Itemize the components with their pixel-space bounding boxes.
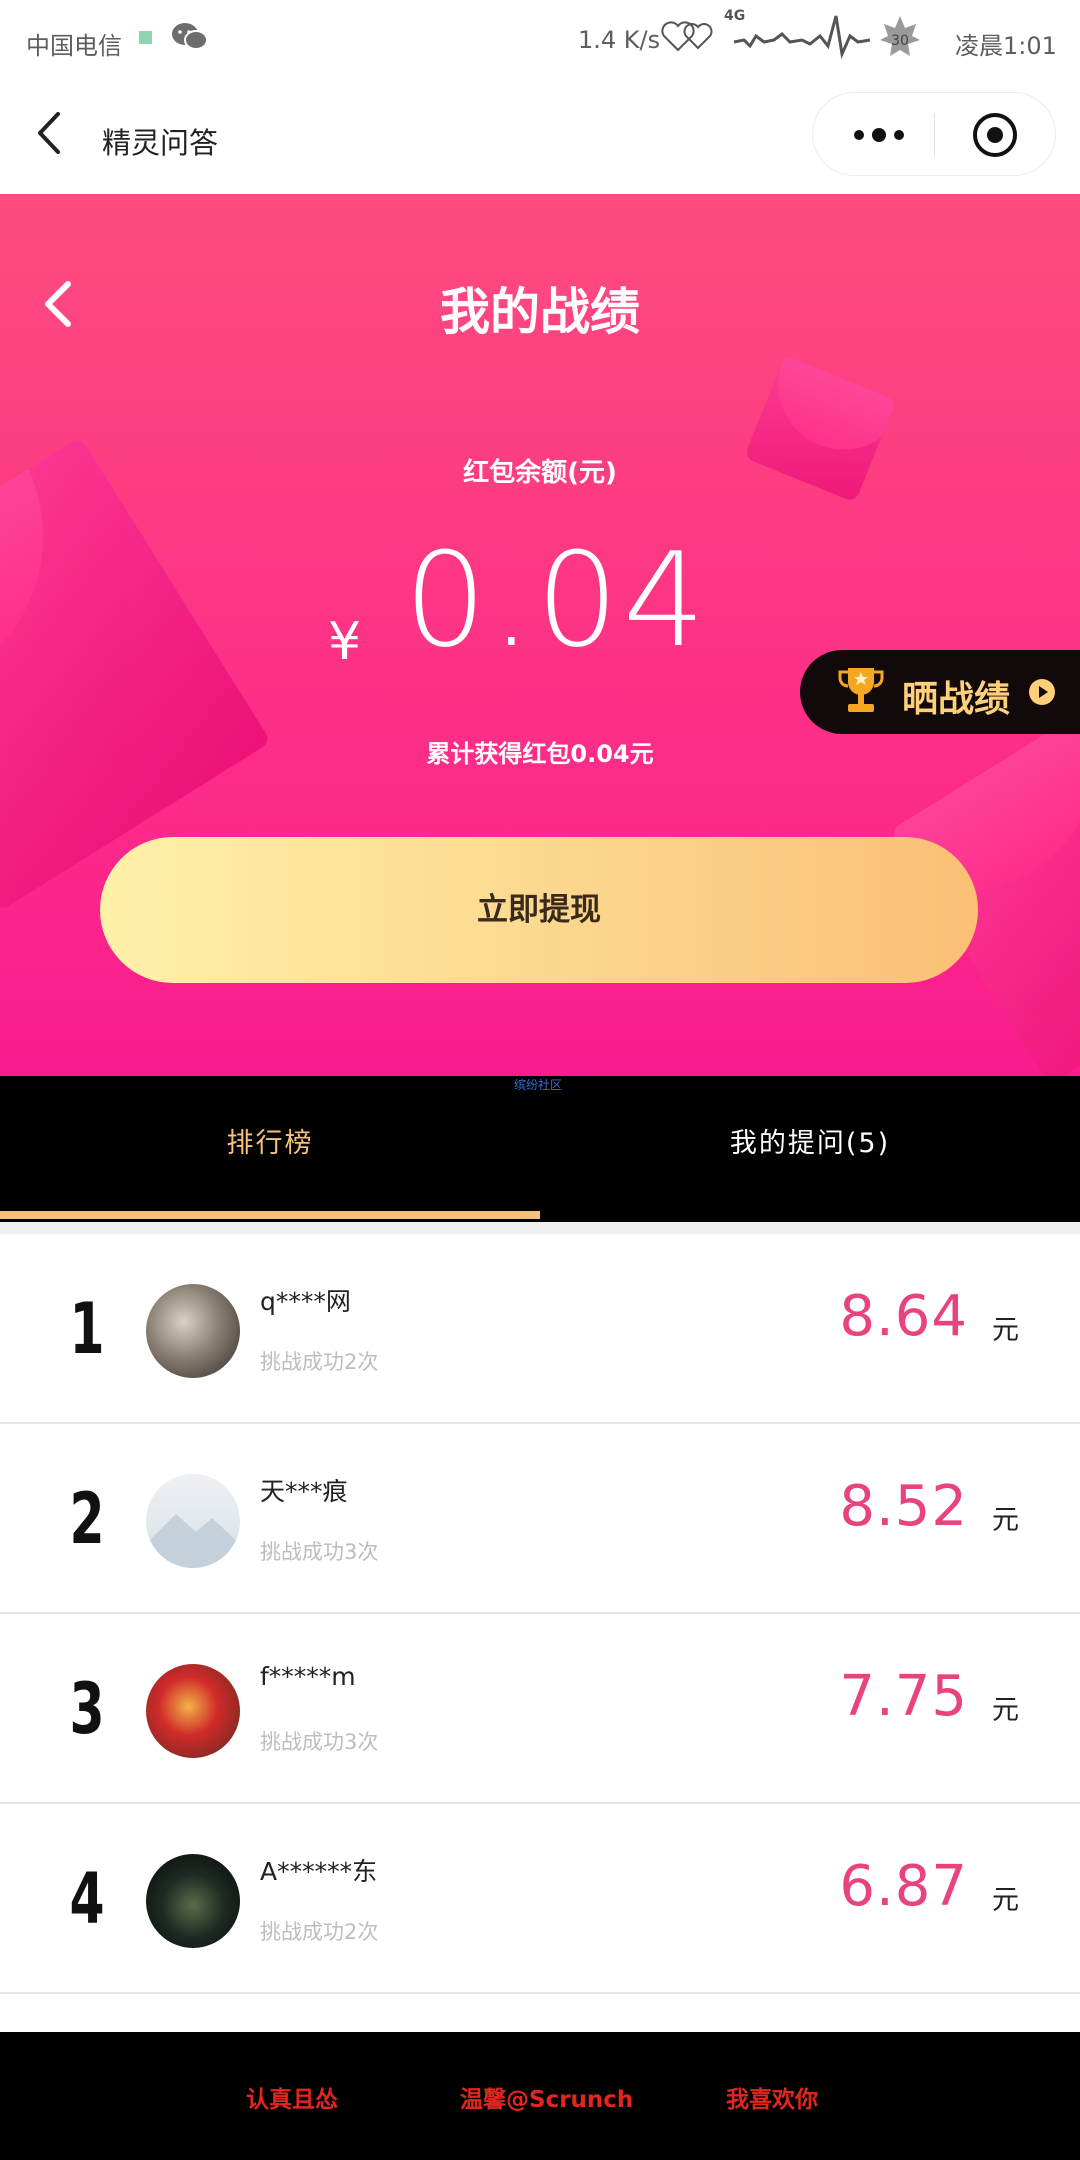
capsule-divider xyxy=(934,113,935,157)
trophy-icon xyxy=(838,668,884,712)
prize-amount: 6.87 xyxy=(839,1854,968,1919)
signal-heartbeat-icon xyxy=(733,15,871,60)
currency-unit: 元 xyxy=(992,1315,1019,1346)
leaderboard-row[interactable]: 4 A******东 挑战成功2次 6.87 元 xyxy=(0,1804,1080,1994)
balance-amount: 0.04 xyxy=(404,524,710,676)
prize-amount: 8.52 xyxy=(839,1474,968,1539)
tab-leaderboard[interactable]: 排行榜 xyxy=(0,1076,540,1222)
rank-number: 1 xyxy=(69,1288,105,1370)
user-name: q****网 xyxy=(260,1287,351,1316)
status-bar: 中国电信 1.4 K/s 4G 30 凌晨1:01 xyxy=(0,0,1080,78)
tab-bar: 缤纷社区 排行榜 我的提问(5) xyxy=(0,1076,1080,1222)
capsule-menu xyxy=(812,92,1056,176)
footer-watermark-text: 我喜欢你 xyxy=(726,2087,818,2113)
challenge-count: 挑战成功3次 xyxy=(260,1540,379,1564)
footer-watermark-bar: 认真且怂 温馨@Scrunch 我喜欢你 xyxy=(0,2032,1080,2160)
avatar xyxy=(146,1854,240,1948)
nav-title: 精灵问答 xyxy=(102,126,219,160)
back-arrow-icon[interactable] xyxy=(30,108,74,158)
withdraw-button[interactable]: 立即提现 xyxy=(100,837,978,983)
close-target-icon[interactable] xyxy=(971,111,1019,159)
avatar xyxy=(146,1664,240,1758)
leaderboard-row[interactable]: 3 f*****m 挑战成功3次 7.75 元 xyxy=(0,1614,1080,1804)
leaderboard-list: 1 q****网 挑战成功2次 8.64 元 2 天***痕 挑战成功3次 8.… xyxy=(0,1234,1080,1994)
notification-dot-icon xyxy=(139,31,152,44)
clock: 凌晨1:01 xyxy=(955,32,1057,60)
leaderboard-row[interactable]: 2 天***痕 挑战成功3次 8.52 元 xyxy=(0,1424,1080,1614)
user-name: f*****m xyxy=(260,1662,356,1691)
rank-number: 2 xyxy=(69,1478,105,1560)
currency-symbol: ¥ xyxy=(328,612,362,672)
record-hero: 我的战绩 红包余额(元) ¥ 0.04 累计获得红包0.04元 立即提现 晒战绩 xyxy=(0,194,1080,1076)
footer-watermark-text: 温馨@Scrunch xyxy=(460,2087,634,2113)
avatar xyxy=(146,1474,240,1568)
footer-watermark-text: 认真且怂 xyxy=(246,2087,338,2113)
total-earned-text: 累计获得红包0.04元 xyxy=(426,740,654,768)
temperature-label: 30 xyxy=(891,33,909,49)
challenge-count: 挑战成功2次 xyxy=(260,1350,379,1374)
user-name: A******东 xyxy=(260,1857,378,1886)
mini-program-navbar: 精灵问答 xyxy=(0,78,1080,194)
rank-number: 4 xyxy=(69,1858,105,1940)
currency-unit: 元 xyxy=(992,1695,1019,1726)
currency-unit: 元 xyxy=(992,1885,1019,1916)
hearts-icon xyxy=(661,21,713,52)
maple-leaf-icon: 30 xyxy=(880,16,920,56)
share-record-button[interactable]: 晒战绩 xyxy=(800,650,1080,734)
page-title: 我的战绩 xyxy=(440,283,640,341)
prize-amount: 7.75 xyxy=(839,1664,968,1729)
prize-amount: 8.64 xyxy=(839,1284,968,1349)
balance-label: 红包余额(元) xyxy=(463,458,617,488)
user-name: 天***痕 xyxy=(260,1477,348,1506)
rank-number: 3 xyxy=(69,1668,105,1750)
active-tab-indicator xyxy=(0,1211,540,1219)
network-speed: 1.4 K/s xyxy=(578,26,661,54)
avatar xyxy=(146,1284,240,1378)
tab-my-questions[interactable]: 我的提问(5) xyxy=(540,1076,1080,1222)
play-circle-icon xyxy=(1029,679,1055,705)
currency-unit: 元 xyxy=(992,1505,1019,1536)
carrier-label: 中国电信 xyxy=(26,32,122,60)
challenge-count: 挑战成功2次 xyxy=(260,1920,379,1944)
share-record-label: 晒战绩 xyxy=(902,679,1011,720)
mountain-avatar-image xyxy=(146,1514,240,1568)
challenge-count: 挑战成功3次 xyxy=(260,1730,379,1754)
section-gap xyxy=(0,1222,1080,1234)
wechat-icon xyxy=(172,23,208,50)
leaderboard-row[interactable]: 1 q****网 挑战成功2次 8.64 元 xyxy=(0,1234,1080,1424)
more-dots-icon[interactable] xyxy=(849,123,909,147)
